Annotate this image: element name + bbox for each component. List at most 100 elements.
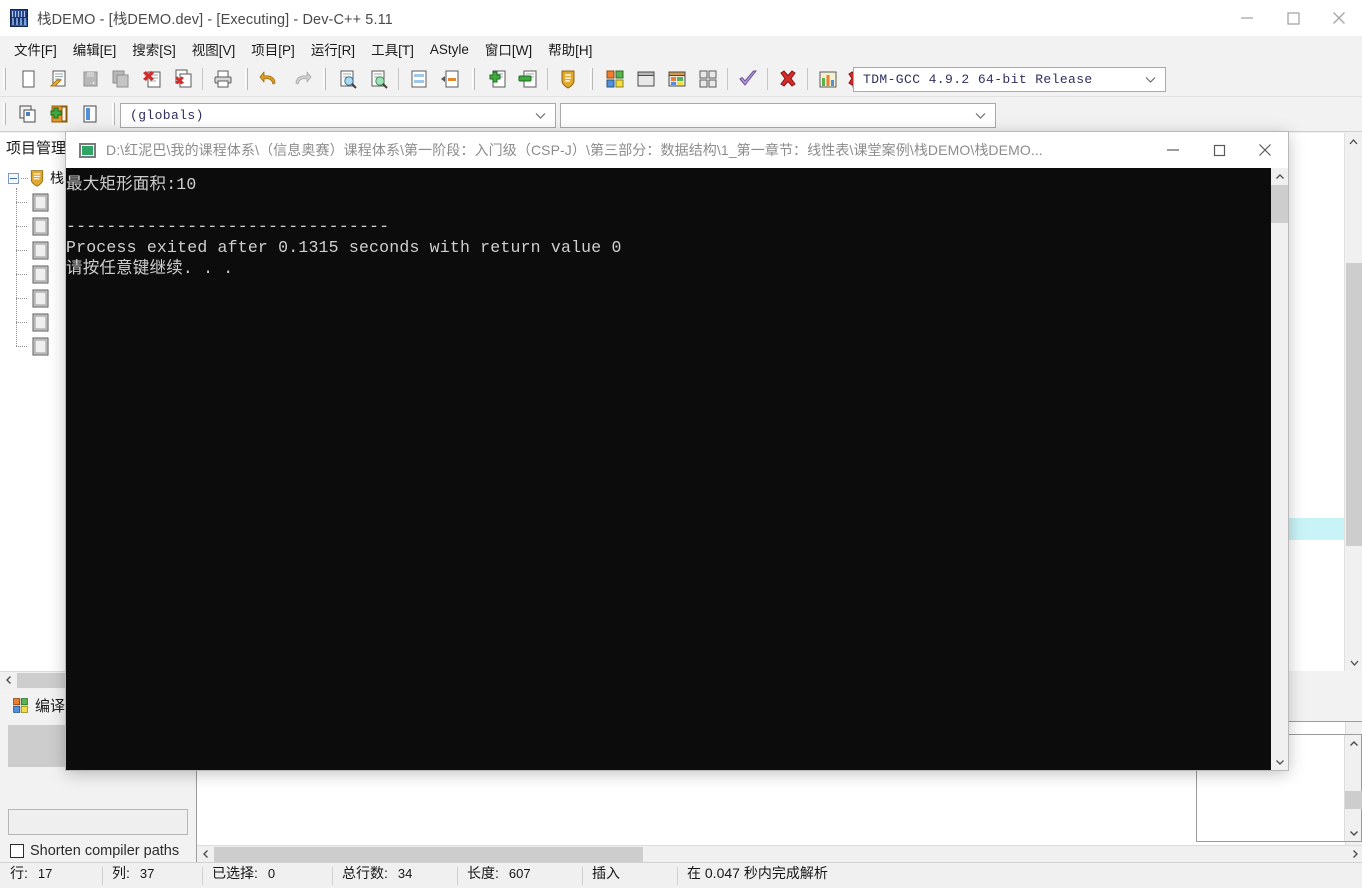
redo-arrow-button[interactable] — [285, 64, 316, 95]
open-folder-button[interactable] — [43, 64, 74, 95]
replace-magnifier-button[interactable] — [363, 64, 394, 95]
close-file-button[interactable] — [136, 64, 167, 95]
save-file-button[interactable] — [74, 64, 105, 95]
add-green-plus-button[interactable] — [481, 64, 512, 95]
compile-blocks-button[interactable] — [599, 64, 630, 95]
status-col: 列: 37 — [102, 863, 202, 888]
close-all-button[interactable] — [167, 64, 198, 95]
console-window[interactable]: D:\红泥巴\我的课程体系\（信息奥赛）课程体系\第一阶段：入门级（CSP-J）… — [66, 132, 1288, 770]
chevron-up-icon[interactable] — [1345, 735, 1362, 752]
compile-run-button[interactable] — [661, 64, 692, 95]
toolbar-grip[interactable] — [3, 68, 6, 90]
run-window-button[interactable] — [630, 64, 661, 95]
find-magnifier-button[interactable] — [332, 64, 363, 95]
menu-file[interactable]: 文件[F] — [6, 36, 65, 62]
editor-scroll-thumb[interactable] — [1346, 263, 1362, 546]
tab-compile-label: 编译 — [35, 697, 66, 715]
side-panel-scroll-thumb[interactable] — [1345, 791, 1362, 809]
shorten-paths-label: Shorten compiler paths — [30, 843, 180, 859]
console-scroll-thumb[interactable] — [1271, 185, 1288, 223]
tree-connector — [21, 177, 28, 179]
compiler-log-hscrollbar[interactable] — [197, 845, 1362, 862]
menu-run[interactable]: 运行[R] — [303, 36, 363, 62]
toolbar-grip-4[interactable] — [472, 68, 475, 90]
shorten-paths-checkbox[interactable] — [10, 844, 24, 858]
goto-function-button[interactable] — [434, 64, 465, 95]
red-x-button[interactable] — [772, 64, 803, 95]
source-file-icon — [32, 265, 49, 284]
shorten-paths-row[interactable]: Shorten compiler paths — [10, 843, 179, 859]
compiler-select[interactable]: TDM-GCC 4.9.2 64-bit Release — [853, 67, 1166, 92]
toolbar-separator-2 — [398, 68, 399, 90]
source-file-icon — [32, 241, 49, 260]
toolbar-separator-4 — [727, 68, 728, 90]
member-select[interactable] — [560, 103, 996, 128]
chevron-up-icon[interactable] — [1271, 168, 1288, 185]
rebuild-all-button[interactable] — [692, 64, 723, 95]
toolbar-separator-6 — [807, 68, 808, 90]
minimize-icon[interactable] — [1224, 0, 1270, 36]
ide-title-text: 栈DEMO - [栈DEMO.dev] - [Executing] - Dev-… — [37, 11, 393, 28]
maximize-icon[interactable] — [1270, 0, 1316, 36]
printer-button[interactable] — [207, 64, 238, 95]
menu-help[interactable]: 帮助[H] — [540, 36, 600, 62]
menu-edit[interactable]: 编辑[E] — [65, 36, 125, 62]
scope-select-value: (globals) — [130, 108, 204, 123]
toggle-panel-button[interactable] — [74, 99, 105, 130]
goto-line-button[interactable] — [403, 64, 434, 95]
project-shield-button[interactable] — [552, 64, 583, 95]
toolbar-separator-5 — [767, 68, 768, 90]
collapse-minus-icon[interactable] — [8, 172, 19, 184]
insert-green-plus-button[interactable] — [43, 99, 74, 130]
maximize-icon[interactable] — [1196, 132, 1242, 168]
close-icon[interactable] — [1316, 0, 1362, 36]
menu-search[interactable]: 搜索[S] — [124, 36, 184, 62]
side-panel-vscrollbar[interactable] — [1344, 735, 1362, 841]
toolbar-grip-3[interactable] — [323, 68, 326, 90]
toolbar2-grip-2[interactable] — [112, 103, 115, 125]
console-body[interactable]: 最大矩形面积:10 ------------------------------… — [66, 168, 1288, 770]
chevron-right-icon[interactable] — [1346, 846, 1362, 863]
profile-bars-button[interactable] — [812, 64, 843, 95]
save-all-button[interactable] — [105, 64, 136, 95]
chevron-up-icon[interactable] — [1345, 133, 1362, 151]
status-length-value: 607 — [508, 865, 531, 881]
source-file-icon — [32, 337, 49, 356]
toolbar-separator — [202, 68, 203, 90]
editor-vertical-scrollbar[interactable] — [1344, 133, 1362, 671]
toolbar-grip-2[interactable] — [245, 68, 248, 90]
close-icon[interactable] — [1242, 132, 1288, 168]
status-length: 长度: 607 — [457, 863, 582, 888]
chevron-down-icon[interactable] — [1271, 753, 1288, 770]
toolbar2-grip[interactable] — [3, 103, 6, 125]
new-file-button[interactable] — [12, 64, 43, 95]
chevron-left-icon[interactable] — [0, 672, 17, 689]
menu-project[interactable]: 项目[P] — [243, 36, 303, 62]
scope-select[interactable]: (globals) — [120, 103, 556, 128]
toolbar-grip-5[interactable] — [590, 68, 593, 90]
undo-arrow-button[interactable] — [254, 64, 285, 95]
ide-titlebar: 栈DEMO - [栈DEMO.dev] - [Executing] - Dev-… — [0, 0, 1362, 36]
status-selected-label: 已选择: — [212, 864, 258, 881]
menu-tools[interactable]: 工具[T] — [363, 36, 422, 62]
new-project-button[interactable] — [12, 99, 43, 130]
menu-astyle[interactable]: AStyle — [422, 39, 477, 60]
chevron-down-icon[interactable] — [1345, 653, 1362, 671]
chevron-down-icon[interactable] — [1345, 824, 1362, 841]
menu-view[interactable]: 视图[V] — [184, 36, 244, 62]
editor-highlight-line — [1288, 518, 1344, 540]
remove-green-minus-button[interactable] — [512, 64, 543, 95]
status-length-label: 长度: — [467, 864, 499, 881]
dock-status-field — [8, 809, 188, 835]
check-mark-button[interactable] — [732, 64, 763, 95]
console-vscrollbar[interactable] — [1271, 168, 1288, 770]
minimize-icon[interactable] — [1150, 132, 1196, 168]
menubar: 文件[F] 编辑[E] 搜索[S] 视图[V] 项目[P] 运行[R] 工具[T… — [0, 36, 1362, 62]
status-selected: 已选择: 0 — [202, 863, 332, 888]
tab-compile[interactable]: 编译 — [6, 692, 71, 719]
console-window-icon — [79, 142, 96, 158]
chevron-left-icon[interactable] — [197, 846, 214, 863]
status-col-label: 列: — [112, 864, 130, 881]
compiler-log-hscroll-thumb[interactable] — [214, 846, 643, 862]
menu-window[interactable]: 窗口[W] — [477, 36, 540, 62]
